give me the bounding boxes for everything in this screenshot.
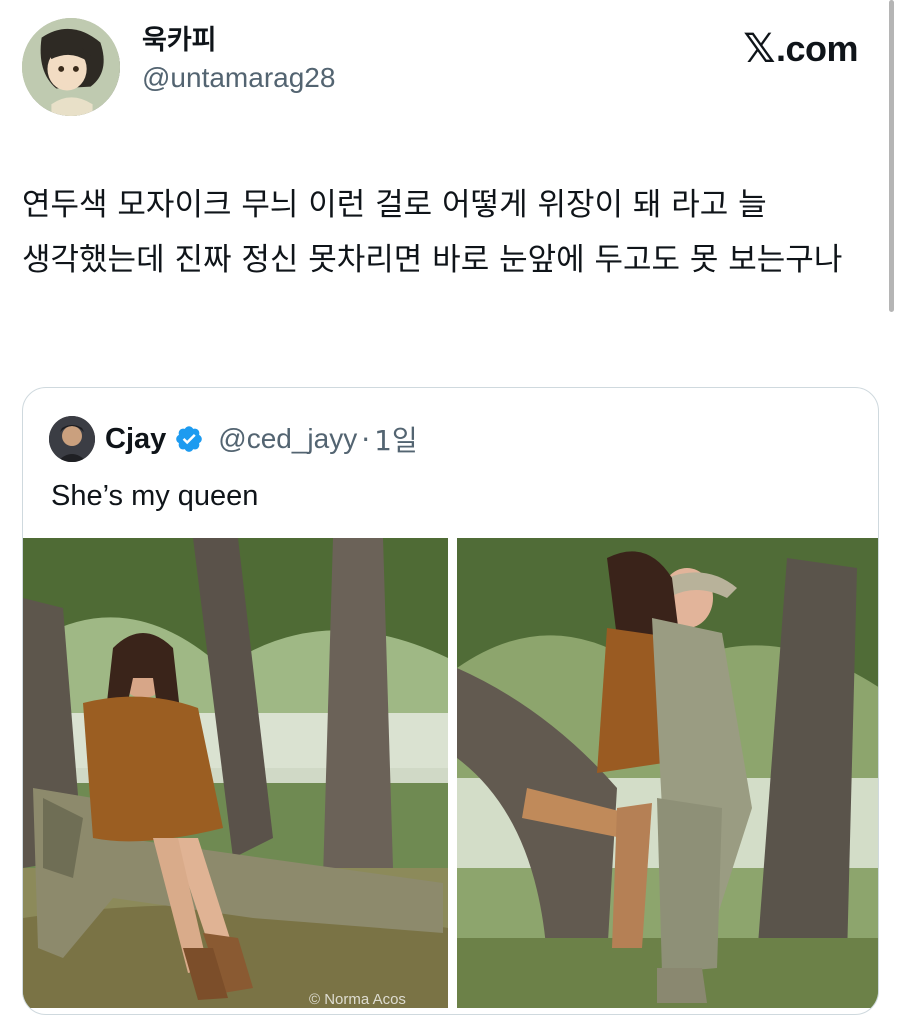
x-logo-icon: 𝕏 xyxy=(743,26,775,72)
verified-badge-icon xyxy=(176,426,203,452)
photo-watermark: © Norma Acos xyxy=(309,991,406,1008)
tweet-header: 욱카피 @untamarag28 𝕏 .com xyxy=(22,18,862,122)
quoted-author-name[interactable]: Cjay xyxy=(105,423,166,456)
quoted-author-avatar[interactable] xyxy=(49,416,95,462)
photo-left-illustration xyxy=(23,538,448,1008)
photo-couple-sitting[interactable]: © Norma Acos xyxy=(23,538,448,1008)
x-com-logo: 𝕏 .com xyxy=(743,26,858,72)
quoted-avatar-illustration xyxy=(49,416,95,462)
quoted-tweet-photos: © Norma Acos xyxy=(23,538,878,1014)
author-name[interactable]: 욱카피 xyxy=(142,24,335,58)
logo-domain-text: .com xyxy=(775,28,859,69)
quoted-tweet-time[interactable]: 1일 xyxy=(374,419,418,459)
quoted-tweet-header: Cjay @ced_jayy · 1일 xyxy=(49,416,418,462)
author-avatar[interactable] xyxy=(22,18,120,116)
separator-dot: · xyxy=(361,422,371,456)
photo-right-illustration xyxy=(457,538,878,1008)
photo-couple-lifting[interactable] xyxy=(457,538,878,1008)
tweet-body-text: 연두색 모자이크 무늬 이런 걸로 어떻게 위장이 돼 라고 늘 생각했는데 진… xyxy=(22,187,843,278)
quoted-author-handle[interactable]: @ced_jayy xyxy=(218,423,357,455)
author-handle[interactable]: @untamarag28 xyxy=(142,60,335,96)
page-scrollbar[interactable] xyxy=(889,0,894,312)
quoted-tweet-card[interactable]: Cjay @ced_jayy · 1일 She’s my queen © Nor… xyxy=(22,387,879,1015)
quoted-tweet-text: She’s my queen xyxy=(51,480,259,512)
avatar-illustration xyxy=(22,18,120,116)
